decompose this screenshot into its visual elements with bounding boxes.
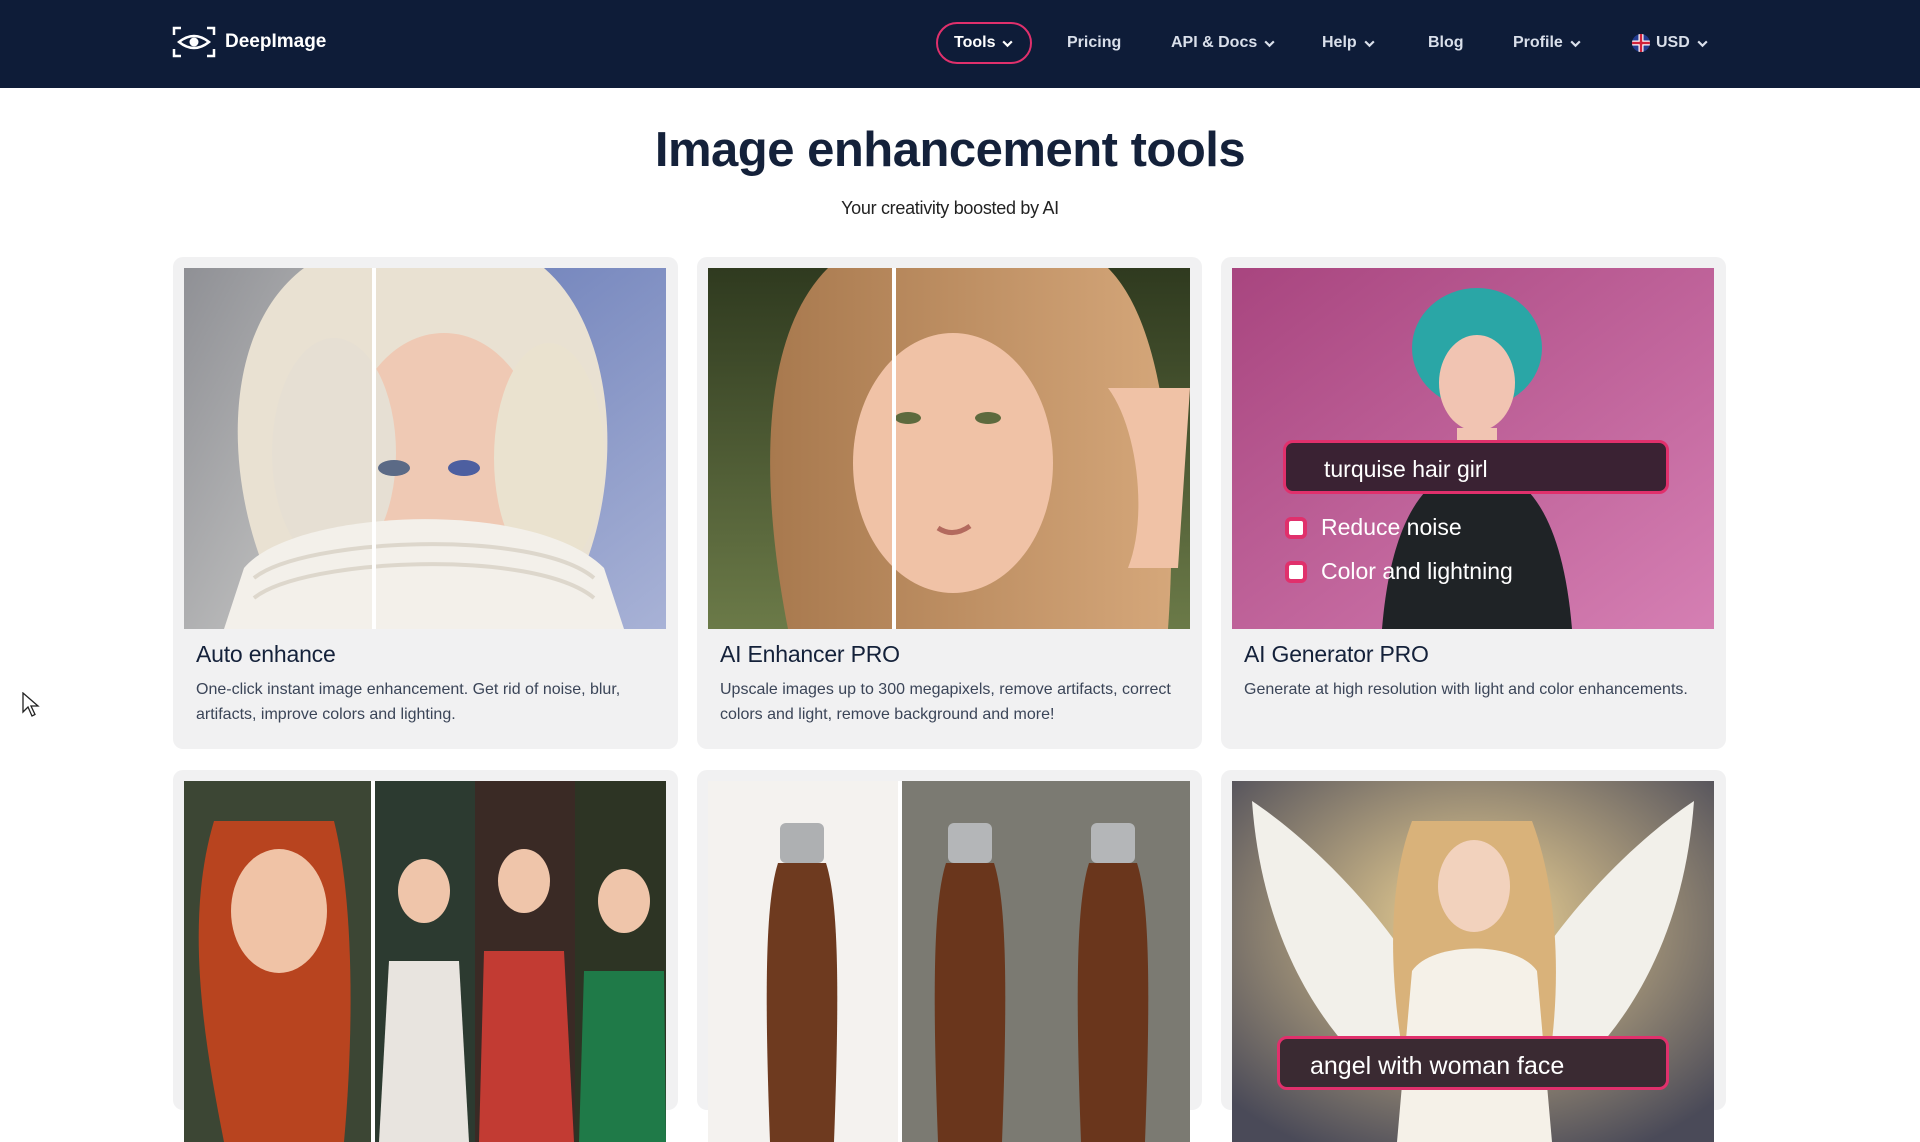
chevron-down-icon [1364, 40, 1375, 47]
mouse-cursor-icon [22, 692, 40, 717]
tool-card-6[interactable]: angel with woman face [1221, 770, 1726, 1142]
overlay-option-label: Reduce noise [1321, 514, 1462, 540]
tool-card-5-preview-image [708, 781, 1190, 1142]
card-title: AI Enhancer PRO [720, 641, 900, 667]
tool-card-4[interactable] [173, 770, 678, 1142]
nav-profile[interactable]: Profile [1513, 22, 1582, 64]
prompt-overlay-text: turquise hair girl [1324, 456, 1488, 482]
prompt-overlay-box: angel with woman face [1277, 1036, 1669, 1090]
card-description: One-click instant image enhancement. Get… [196, 681, 621, 723]
chevron-down-icon [1697, 40, 1708, 47]
logo-text: DeepImage [225, 31, 327, 52]
nav-blog-label: Blog [1428, 34, 1464, 51]
overlay-option: Color and lightning [1285, 558, 1513, 585]
nav-help-label: Help [1322, 34, 1357, 51]
page-subtitle: Your creativity boosted by AI [841, 198, 1059, 218]
nav-profile-label: Profile [1513, 34, 1563, 51]
uk-flag-icon [1632, 34, 1650, 52]
tool-card-4-preview-image [184, 781, 666, 1142]
ai-enhancer-preview-image [708, 268, 1190, 629]
nav-tools[interactable]: Tools [936, 22, 1033, 64]
prompt-overlay-box: turquise hair girl [1283, 440, 1669, 494]
checkbox-icon [1285, 516, 1307, 539]
nav-pricing[interactable]: Pricing [1067, 22, 1121, 64]
overlay-option-label: Color and lightning [1321, 558, 1513, 584]
eye-logo-icon [172, 26, 216, 58]
card-description: Upscale images up to 300 megapixels, rem… [720, 681, 1171, 723]
nav-currency[interactable]: USD [1632, 22, 1709, 64]
chevron-down-icon [1570, 40, 1581, 47]
checkbox-icon [1285, 560, 1307, 583]
nav-blog[interactable]: Blog [1428, 22, 1464, 64]
top-navbar: DeepImage Tools Pricing API & Docs Help … [0, 0, 1920, 88]
nav-api-docs[interactable]: API & Docs [1171, 22, 1276, 64]
card-title: Auto enhance [196, 641, 336, 667]
ai-generator-preview-image: turquise hair girl Reduce noise Color an… [1232, 268, 1714, 629]
chevron-down-icon [1264, 40, 1275, 47]
prompt-overlay-text: angel with woman face [1310, 1052, 1565, 1080]
nav-currency-label: USD [1656, 34, 1690, 51]
logo[interactable]: DeepImage [172, 26, 326, 58]
nav-pricing-label: Pricing [1067, 34, 1122, 51]
auto-enhance-preview-image [184, 268, 666, 629]
card-title: AI Generator PRO [1244, 641, 1429, 667]
tool-card-auto-enhance[interactable]: Auto enhance One-click instant image enh… [173, 257, 678, 749]
nav-tools-label: Tools [954, 34, 996, 51]
nav-api-docs-label: API & Docs [1171, 34, 1258, 51]
page-title: Image enhancement tools [654, 123, 1246, 177]
card-description: Generate at high resolution with light a… [1244, 681, 1688, 698]
tool-card-6-preview-image: angel with woman face [1232, 781, 1714, 1142]
overlay-option: Reduce noise [1285, 514, 1462, 541]
chevron-down-icon [1002, 40, 1014, 47]
tool-card-ai-generator-pro[interactable]: turquise hair girl Reduce noise Color an… [1221, 257, 1726, 749]
tool-card-ai-enhancer-pro[interactable]: AI Enhancer PRO Upscale images up to 300… [697, 257, 1202, 749]
tool-card-5[interactable] [697, 770, 1202, 1142]
nav-help[interactable]: Help [1322, 22, 1376, 64]
